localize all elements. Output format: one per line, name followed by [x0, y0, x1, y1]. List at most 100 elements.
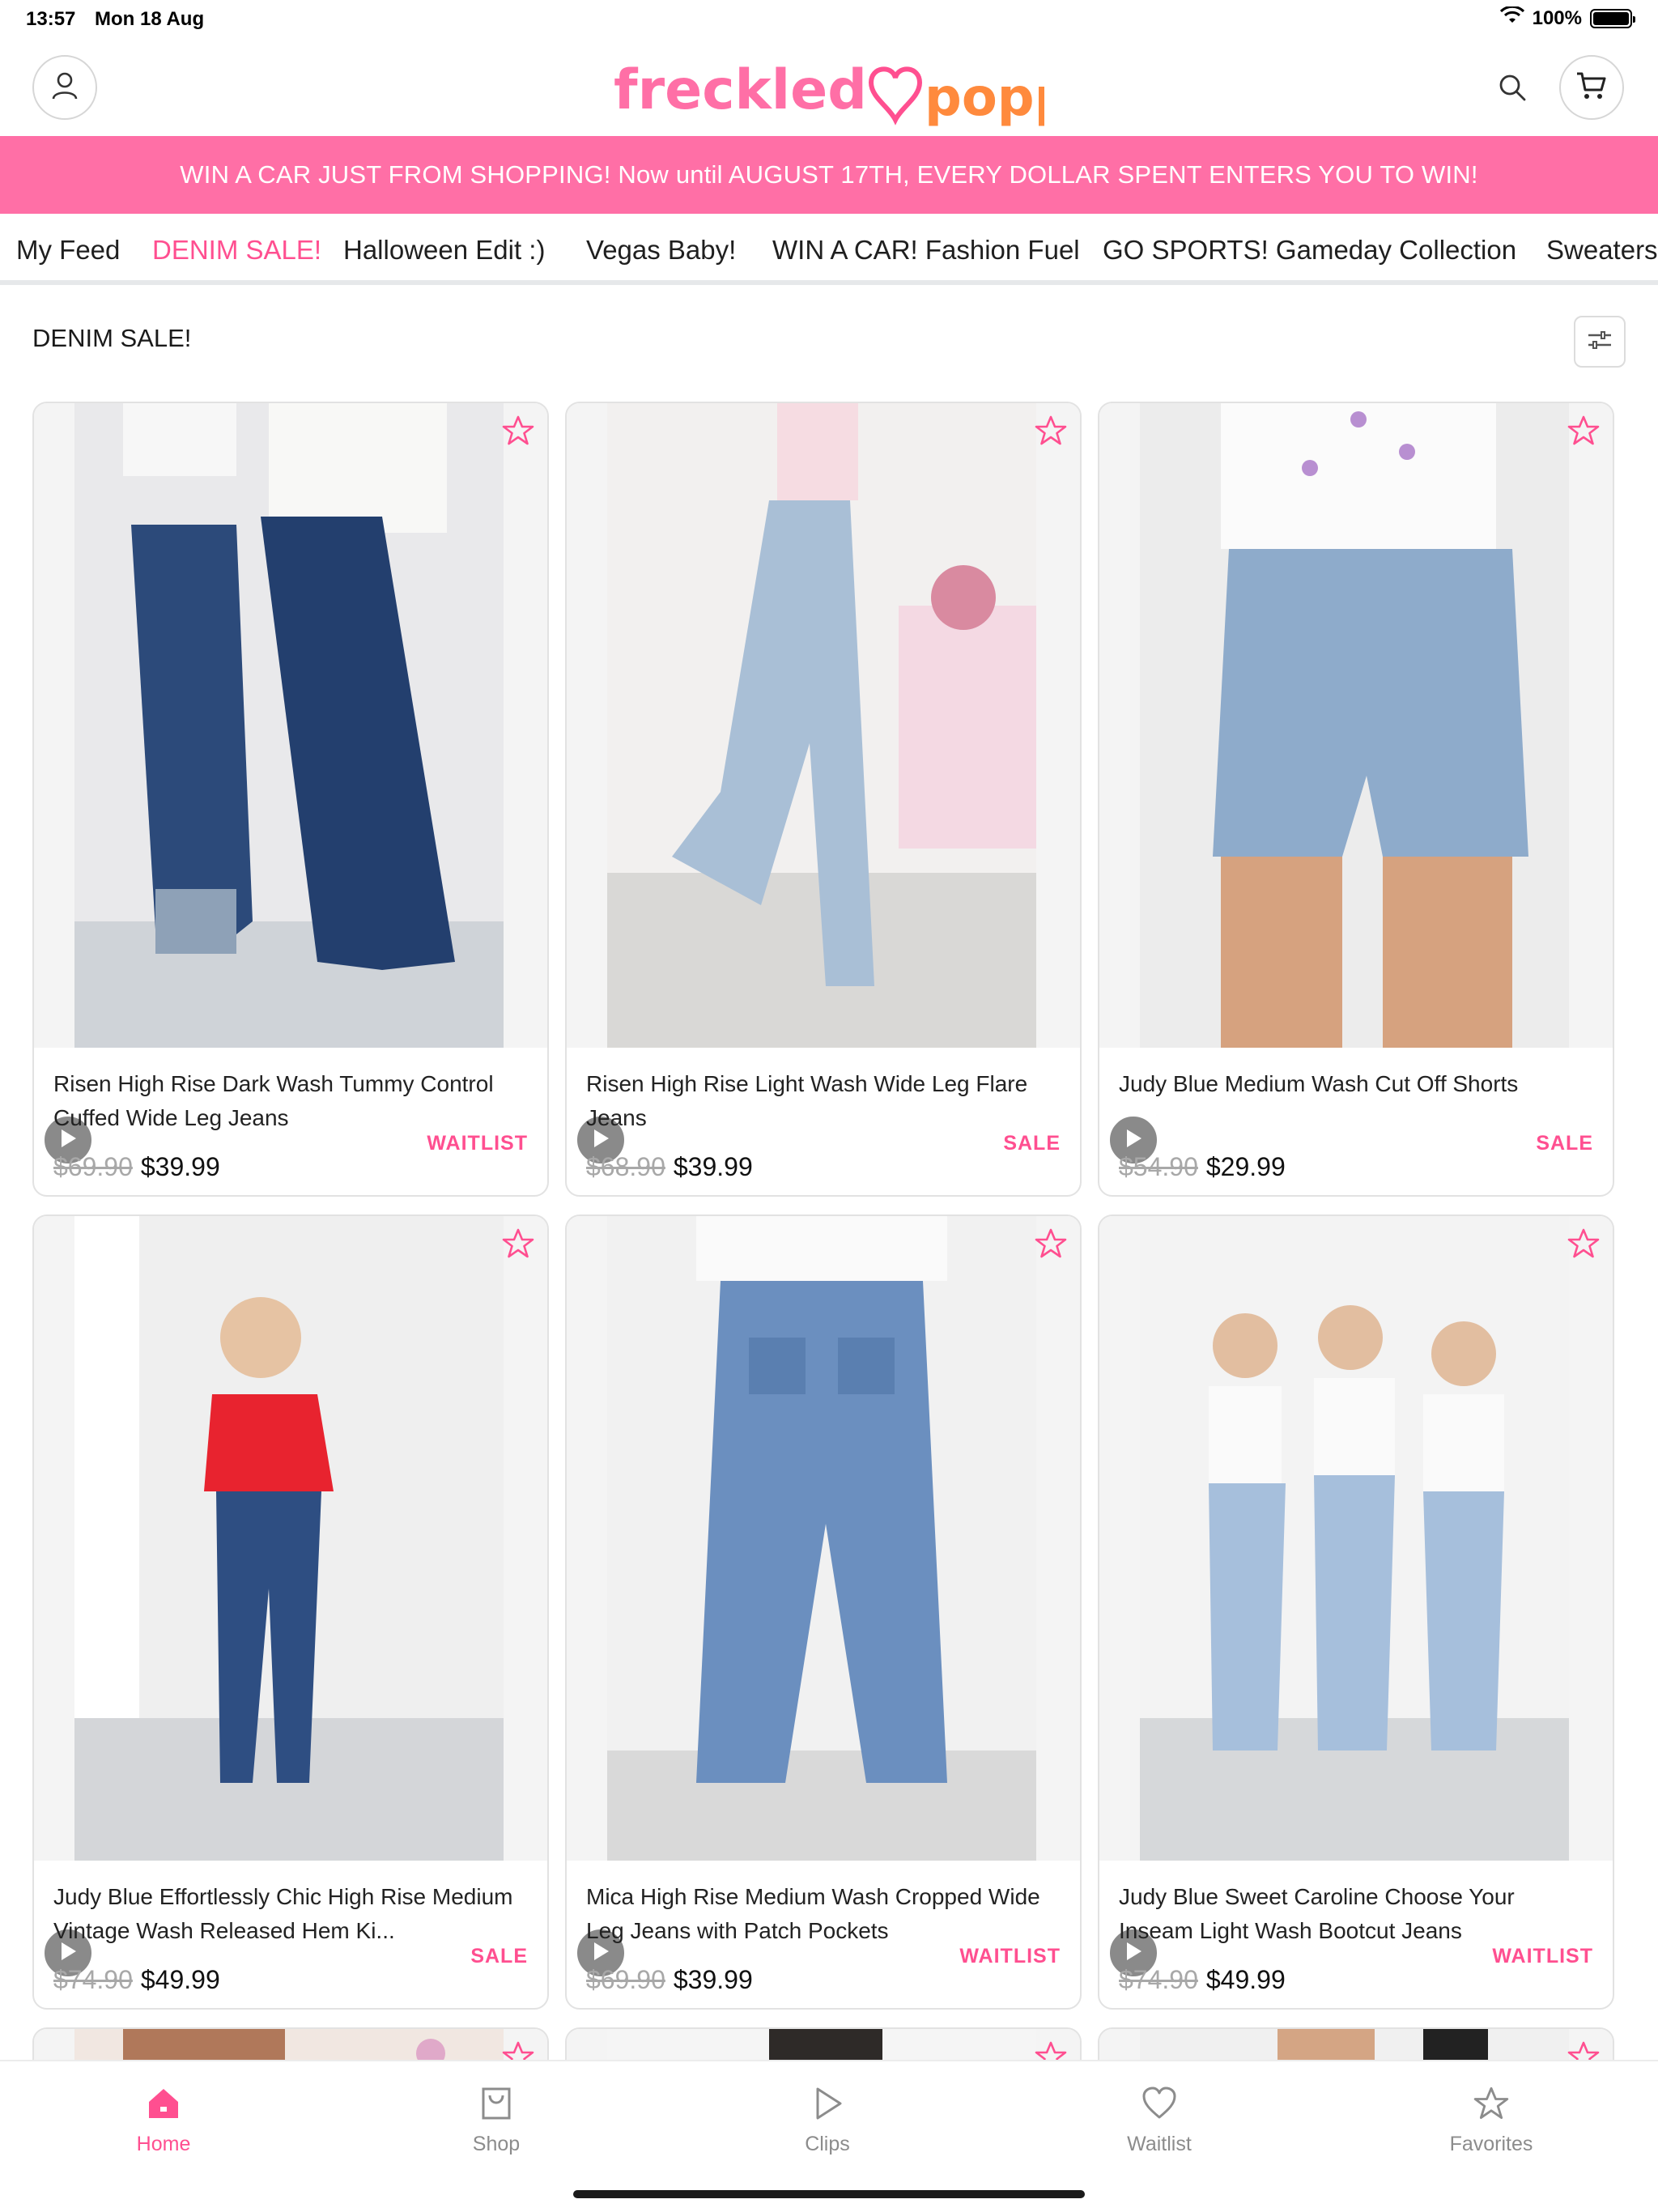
home-icon	[83, 2081, 244, 2126]
play-icon	[1124, 1128, 1143, 1153]
tab-label: WIN A CAR! Fashion Fuel	[772, 235, 1080, 265]
star-icon	[1410, 2081, 1572, 2126]
product-card[interactable]: WAITLIST Mica High Rise Medium Wash Crop…	[565, 1214, 1082, 2010]
favorite-button[interactable]	[1030, 1224, 1072, 1266]
product-price: $69.90 $39.99	[586, 1965, 753, 1995]
account-button[interactable]	[32, 55, 97, 120]
logo-word-2: poppy	[925, 68, 1044, 128]
favorite-button[interactable]	[497, 411, 539, 453]
person-icon	[51, 71, 79, 104]
sale-price: $49.99	[140, 1965, 220, 1994]
nav-label: Favorites	[1449, 2133, 1533, 2155]
product-title[interactable]: Mica High Rise Medium Wash Cropped Wide …	[586, 1880, 1056, 1948]
original-price: $69.90	[53, 1152, 133, 1181]
tab-denim-sale[interactable]: DENIM SALE!	[152, 225, 321, 280]
product-card[interactable]: SALE Risen High Rise Light Wash Wide Leg…	[565, 402, 1082, 1197]
filter-button[interactable]	[1574, 316, 1626, 368]
product-price: $54.90 $29.99	[1119, 1152, 1286, 1182]
nav-clips[interactable]: Clips	[746, 2081, 908, 2156]
tab-label: Vegas Baby!	[586, 235, 737, 265]
product-image[interactable]	[1099, 1216, 1613, 1861]
product-title[interactable]: Risen High Rise Dark Wash Tummy Control …	[53, 1067, 523, 1135]
logo-word-1: freckled	[614, 58, 867, 122]
product-title[interactable]: Judy Blue Effortlessly Chic High Rise Me…	[53, 1880, 523, 1948]
battery-percent: 100%	[1532, 6, 1582, 29]
nav-label: Waitlist	[1127, 2133, 1192, 2155]
product-title[interactable]: Judy Blue Medium Wash Cut Off Shorts	[1119, 1067, 1588, 1101]
search-icon	[1498, 73, 1527, 106]
sale-price: $39.99	[140, 1152, 220, 1181]
sale-price: $49.99	[1205, 1965, 1286, 1994]
product-image[interactable]	[567, 403, 1080, 1048]
nav-label: Shop	[472, 2133, 521, 2155]
product-image[interactable]	[34, 1216, 547, 1861]
status-indicators: 100%	[1499, 5, 1635, 30]
original-price: $74.90	[1119, 1965, 1198, 1994]
tab-halloween-edit[interactable]: Halloween Edit :)	[343, 225, 545, 280]
product-price: $74.90 $49.99	[1119, 1965, 1286, 1995]
active-tab-indicator	[152, 280, 321, 285]
section-title: DENIM SALE!	[32, 324, 192, 352]
tab-label: GO SPORTS! Gameday Collection	[1103, 235, 1517, 265]
sliders-icon	[1587, 329, 1613, 355]
home-indicator[interactable]	[573, 2190, 1085, 2198]
star-icon	[1035, 415, 1067, 451]
product-title[interactable]: Risen High Rise Light Wash Wide Leg Flar…	[586, 1067, 1056, 1135]
product-grid: WAITLIST Risen High Rise Dark Wash Tummy…	[0, 0, 1658, 2212]
tab-label: Halloween Edit :)	[343, 235, 546, 265]
star-icon	[1035, 1227, 1067, 1264]
status-date: Mon 18 Aug	[95, 8, 205, 30]
product-image[interactable]	[567, 1216, 1080, 1861]
product-card[interactable]: SALE Judy Blue Effortlessly Chic High Ri…	[32, 1214, 549, 2010]
cart-button[interactable]	[1559, 55, 1624, 120]
status-badge: SALE	[1524, 1121, 1605, 1166]
nav-shop[interactable]: Shop	[415, 2081, 577, 2156]
tab-label: Sweaters	[1546, 235, 1658, 265]
product-card[interactable]: WAITLIST Judy Blue Sweet Caroline Choose…	[1098, 1214, 1614, 2010]
promo-banner-text: WIN A CAR JUST FROM SHOPPING! Now until …	[180, 160, 1478, 189]
original-price: $74.90	[53, 1965, 133, 1994]
nav-waitlist[interactable]: Waitlist	[1078, 2081, 1240, 2156]
search-button[interactable]	[1494, 71, 1530, 107]
nav-favorites[interactable]: Favorites	[1410, 2081, 1572, 2156]
sale-price: $39.99	[673, 1152, 753, 1181]
shopping-bag-icon	[415, 2081, 577, 2126]
brand-logo[interactable]: freckled poppy	[614, 50, 1044, 131]
tab-sweaters[interactable]: Sweaters	[1546, 225, 1658, 280]
bottom-navigation: Home Shop Clips Waitlist Favorites	[0, 2060, 1658, 2212]
product-price: $69.90 $39.99	[53, 1152, 220, 1182]
product-title[interactable]: Judy Blue Sweet Caroline Choose Your Ins…	[1119, 1880, 1588, 1948]
nav-label: Clips	[805, 2133, 850, 2155]
original-price: $54.90	[1119, 1152, 1198, 1181]
sale-price: $29.99	[1205, 1152, 1286, 1181]
cart-icon	[1575, 70, 1608, 105]
status-bar: 13:57 Mon 18 Aug 100%	[0, 0, 1658, 39]
tab-label: DENIM SALE!	[152, 235, 322, 265]
favorite-button[interactable]	[1562, 1224, 1605, 1266]
tab-my-feed[interactable]: My Feed	[16, 225, 120, 280]
favorite-button[interactable]	[1562, 411, 1605, 453]
tab-vegas-baby[interactable]: Vegas Baby!	[586, 225, 736, 280]
tab-go-sports[interactable]: GO SPORTS! Gameday Collection	[1103, 225, 1516, 280]
product-image[interactable]	[1099, 403, 1613, 1048]
product-card[interactable]: WAITLIST Risen High Rise Dark Wash Tummy…	[32, 402, 549, 1197]
promo-banner[interactable]: WIN A CAR JUST FROM SHOPPING! Now until …	[0, 136, 1658, 214]
category-tab-bar: My Feed DENIM SALE! Halloween Edit :) Ve…	[0, 214, 1658, 285]
wifi-icon	[1499, 5, 1524, 30]
app-header: freckled poppy	[0, 39, 1658, 136]
play-icon	[746, 2081, 908, 2126]
original-price: $69.90	[586, 1965, 665, 1994]
product-image[interactable]	[34, 403, 547, 1048]
nav-home[interactable]: Home	[83, 2081, 244, 2156]
heart-icon	[1078, 2081, 1240, 2126]
tab-win-a-car[interactable]: WIN A CAR! Fashion Fuel	[772, 225, 1080, 280]
favorite-button[interactable]	[497, 1224, 539, 1266]
original-price: $68.90	[586, 1152, 665, 1181]
star-icon	[1567, 415, 1600, 451]
battery-icon	[1590, 8, 1635, 28]
favorite-button[interactable]	[1030, 411, 1072, 453]
product-card[interactable]: SALE Judy Blue Medium Wash Cut Off Short…	[1098, 402, 1614, 1197]
star-icon	[502, 1227, 534, 1264]
star-icon	[502, 415, 534, 451]
product-price: $74.90 $49.99	[53, 1965, 220, 1995]
